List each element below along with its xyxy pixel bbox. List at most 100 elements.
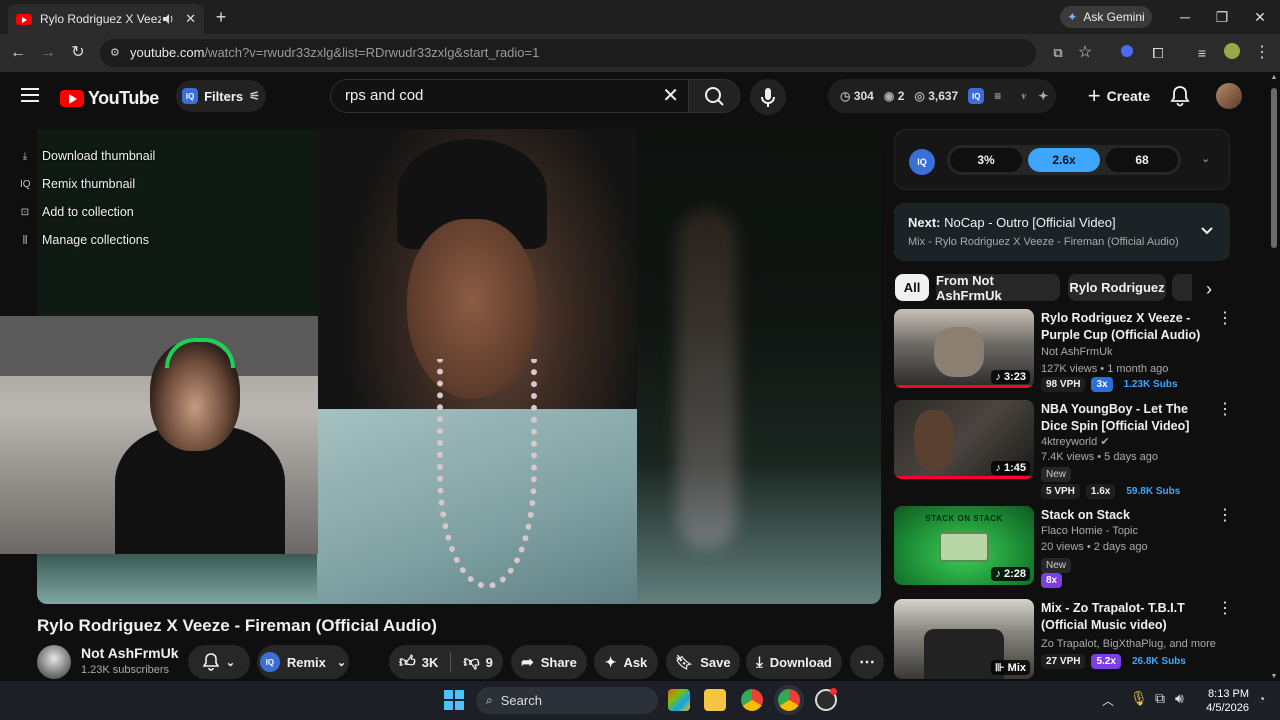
restore-button[interactable]: ❐ xyxy=(1211,6,1233,28)
trophy-icon[interactable]: ♆ xyxy=(1019,89,1028,103)
filters-button[interactable]: IQ Filters ⚟ xyxy=(176,80,266,112)
related-video[interactable]: ♪ 3:23 Rylo Rodriguez X Veeze - Purple C… xyxy=(894,309,1234,393)
sparkle-icon[interactable]: ✦ xyxy=(1038,89,1048,103)
chips-next-arrow-icon[interactable]: › xyxy=(1196,276,1222,302)
clear-search-icon[interactable]: ✕ xyxy=(662,80,679,112)
video-thumbnail[interactable]: ♪ 1:45 xyxy=(894,400,1034,479)
download-button[interactable]: ⤓ Download xyxy=(746,645,842,679)
ask-gemini-button[interactable]: ✦ Ask Gemini xyxy=(1060,6,1152,28)
related-channel[interactable]: Not AshFrmUk xyxy=(1041,346,1113,358)
share-button[interactable]: ➦ Share xyxy=(511,645,587,679)
close-window-button[interactable]: ✕ xyxy=(1249,6,1271,28)
chrome-icon[interactable] xyxy=(741,689,763,711)
like-button[interactable]: 👍︎ 3K xyxy=(399,653,438,672)
chip-artist[interactable]: Rylo Rodriguez xyxy=(1068,274,1166,301)
subscribed-bell-button[interactable]: ⌄ xyxy=(188,645,250,679)
chevron-down-icon[interactable] xyxy=(1198,222,1216,240)
account-avatar[interactable] xyxy=(1216,83,1242,109)
iq-logo-icon[interactable]: IQ xyxy=(968,88,985,104)
video-thumbnail[interactable]: ⊪ Mix xyxy=(894,599,1034,679)
verified-icon: ✔ xyxy=(1100,436,1110,448)
more-horizontal-icon: ⋯ xyxy=(859,654,875,671)
dislike-button[interactable]: 👎︎ 9 xyxy=(463,653,492,672)
related-channel[interactable]: Flaco Homie - Topic xyxy=(1041,525,1138,537)
related-video[interactable]: ♪ 1:45 NBA YoungBoy - Let The Dice Spin … xyxy=(894,400,1234,499)
bookmark-icon: 🔖︎ xyxy=(675,653,694,670)
ask-button[interactable]: ✦ Ask xyxy=(594,645,658,679)
channel-name[interactable]: Not AshFrmUk xyxy=(81,645,179,661)
related-video[interactable]: STACK ON STACK ♪ 2:28 Stack on Stack Fla… xyxy=(894,506,1234,590)
chevron-down-icon[interactable]: ⌄ xyxy=(1201,152,1210,165)
manage-collections-item[interactable]: ⫼ Manage collections xyxy=(8,226,160,254)
tray-microphone-icon[interactable]: 🎙︎ xyxy=(1130,690,1148,707)
start-button-icon[interactable] xyxy=(444,690,464,710)
iq-chip-multiplier[interactable]: 2.6x xyxy=(1028,148,1100,172)
add-to-collection-item[interactable]: ⊡ Add to collection xyxy=(8,198,160,226)
scroll-up-arrow-icon[interactable]: ▲ xyxy=(1270,74,1278,81)
tray-volume-icon[interactable]: 🔊︎ xyxy=(1175,690,1184,707)
extension-blue-icon[interactable] xyxy=(1117,43,1137,63)
more-vert-icon[interactable]: ⋮ xyxy=(1217,601,1233,617)
remix-button[interactable]: IQ Remix ⌄ xyxy=(257,645,349,679)
list-icon[interactable]: ≡ xyxy=(994,89,1001,103)
video-thumbnail[interactable]: ♪ 3:23 xyxy=(894,309,1034,388)
voice-search-button[interactable] xyxy=(750,79,786,115)
taskbar-clock[interactable]: 8:13 PM 4/5/2026 xyxy=(1199,687,1249,715)
more-actions-button[interactable]: ⋯ xyxy=(850,645,884,679)
chip-partial[interactable] xyxy=(1172,274,1192,301)
media-controls-icon[interactable]: ≡ xyxy=(1192,43,1212,63)
tray-chevron-up-icon[interactable]: ︿ xyxy=(1102,692,1114,709)
related-meta: 7.4K views • 5 days ago xyxy=(1041,451,1158,463)
download-thumbnail-item[interactable]: ⤓ Download thumbnail xyxy=(8,142,160,170)
more-vert-icon[interactable]: ⋮ xyxy=(1217,508,1233,524)
chip-all[interactable]: All xyxy=(895,274,929,301)
new-tab-button[interactable]: + xyxy=(212,8,230,26)
page-scrollbar[interactable]: ▲ ▼ xyxy=(1270,74,1278,680)
bookmark-star-icon[interactable]: ☆ xyxy=(1075,43,1095,63)
scrollbar-thumb[interactable] xyxy=(1271,88,1277,248)
chip-from-channel[interactable]: From Not AshFrmUk xyxy=(936,273,1060,303)
related-video[interactable]: ⊪ Mix Mix - Zo Trapalot- T.B.I.T (Offici… xyxy=(894,599,1234,683)
mix-badge: ⊪ Mix xyxy=(991,660,1030,675)
more-vert-icon[interactable]: ⋮ xyxy=(1217,402,1233,418)
site-info-icon[interactable]: ⚙ xyxy=(110,39,120,67)
file-explorer-icon[interactable] xyxy=(704,689,726,711)
install-app-icon[interactable]: ⧉ xyxy=(1048,43,1068,63)
speaker-icon[interactable] xyxy=(161,12,175,26)
tray-network-icon[interactable]: ⧉ xyxy=(1155,690,1165,707)
store-app-icon[interactable] xyxy=(668,689,690,711)
search-button[interactable] xyxy=(688,79,740,113)
tab-close-icon[interactable]: ✕ xyxy=(185,11,196,27)
channel-avatar[interactable] xyxy=(37,645,71,679)
youtube-logo[interactable]: YouTube xyxy=(60,88,159,109)
save-button[interactable]: 🔖︎ Save xyxy=(666,645,740,679)
search-input[interactable]: rps and cod ✕ xyxy=(330,79,690,113)
more-vert-icon[interactable]: ⋮ xyxy=(1217,311,1233,327)
taskbar-search[interactable]: ⌕ Search xyxy=(476,687,658,714)
related-channel[interactable]: 4ktreyworld ✔ xyxy=(1041,435,1110,448)
eye-stat: ◉ 2 xyxy=(884,89,905,103)
url-bar[interactable]: ⚙ youtube.com/watch?v=rwudr33zxlg&list=R… xyxy=(100,39,1036,67)
profile-avatar-icon[interactable] xyxy=(1222,43,1242,63)
browser-menu-icon[interactable]: ⋮ xyxy=(1252,43,1272,63)
vidiq-stats-bar[interactable]: ◷ 304 ◉ 2 ◎ 3,637 IQ ≡ ♆ ✦ xyxy=(828,79,1056,113)
notifications-bell-icon[interactable] xyxy=(1170,85,1190,107)
chrome-active-icon[interactable] xyxy=(778,689,800,711)
iq-chip-score[interactable]: 68 xyxy=(1106,148,1178,172)
remix-thumbnail-item[interactable]: IQ Remix thumbnail xyxy=(8,170,160,198)
scroll-down-arrow-icon[interactable]: ▼ xyxy=(1270,673,1278,680)
browser-tab[interactable]: Rylo Rodriguez X Veeze - Fi ✕ xyxy=(8,4,204,34)
video-thumbnail[interactable]: STACK ON STACK ♪ 2:28 xyxy=(894,506,1034,585)
hamburger-menu-icon[interactable] xyxy=(21,88,39,102)
multiplier-badge: 3x xyxy=(1091,377,1113,392)
iq-chip-percent[interactable]: 3% xyxy=(950,148,1022,172)
plus-icon: + xyxy=(1087,83,1101,108)
notification-center-icon[interactable]: ◔ xyxy=(1258,692,1265,706)
forward-icon[interactable]: → xyxy=(38,43,58,63)
create-button[interactable]: + Create xyxy=(1078,80,1160,112)
minimize-button[interactable]: ─ xyxy=(1174,6,1196,28)
extensions-puzzle-icon[interactable]: ⧠ xyxy=(1148,43,1168,63)
up-next-box[interactable]: Next: NoCap - Outro [Official Video] Mix… xyxy=(894,203,1230,261)
back-icon[interactable]: ← xyxy=(8,43,28,63)
reload-icon[interactable]: ↻ xyxy=(68,43,88,63)
